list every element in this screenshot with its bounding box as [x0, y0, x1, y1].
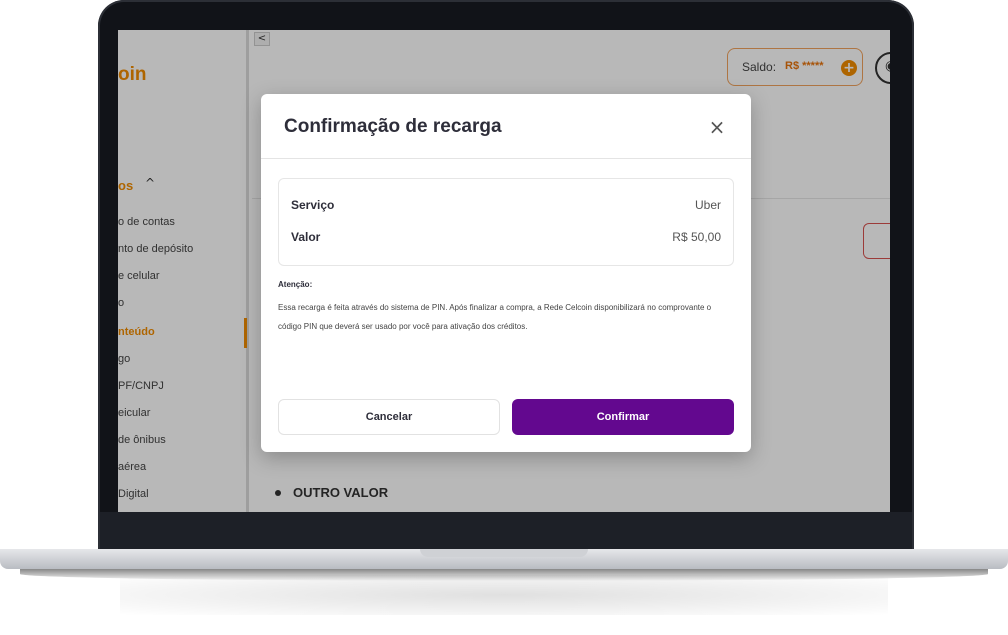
- confirmation-modal: Confirmação de recarga × Serviço Uber Va…: [261, 94, 751, 452]
- floor-shadow: [120, 575, 888, 615]
- app-screen: oin os ^ o de contas nto de depósito e c…: [118, 30, 890, 512]
- modal-title: Confirmação de recarga: [284, 116, 502, 137]
- close-icon[interactable]: ×: [706, 116, 728, 138]
- cancel-button[interactable]: Cancelar: [278, 399, 500, 435]
- laptop-bezel-bottom: [100, 512, 912, 552]
- amount-label: Valor: [291, 230, 321, 244]
- attention-text: Essa recarga é feita através do sistema …: [278, 303, 712, 331]
- service-label: Serviço: [291, 198, 335, 212]
- base-shadow: [20, 567, 988, 581]
- recharge-summary: Serviço Uber Valor R$ 50,00: [278, 178, 734, 266]
- laptop-notch: [420, 549, 588, 557]
- divider: [261, 158, 751, 159]
- amount-value: R$ 50,00: [672, 230, 721, 244]
- laptop-mockup: oin os ^ o de contas nto de depósito e c…: [0, 0, 1008, 635]
- confirm-button[interactable]: Confirmar: [512, 399, 734, 435]
- service-value: Uber: [694, 198, 721, 212]
- attention-title: Atenção:: [278, 280, 313, 289]
